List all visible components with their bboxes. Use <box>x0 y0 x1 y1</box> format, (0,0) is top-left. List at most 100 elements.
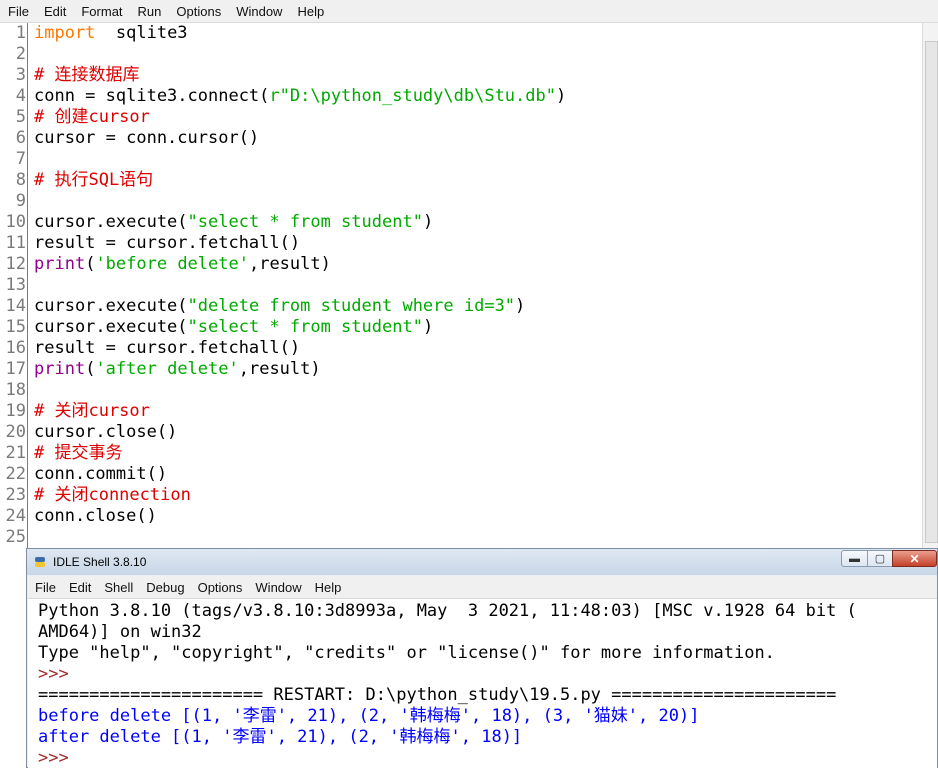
code-line: 22 conn.commit() <box>0 464 938 485</box>
shell-line: AMD64)] on win32 <box>38 622 202 642</box>
line-number: 20 <box>5 422 26 442</box>
code-token: result = cursor.fetchall() <box>34 338 301 358</box>
code-token: # 关闭cursor <box>34 401 150 421</box>
code-text: print('after delete',result) <box>34 359 321 380</box>
code-text: print('before delete',result) <box>34 254 331 275</box>
code-text: # 创建cursor <box>34 107 150 128</box>
editor-vertical-scrollbar[interactable] <box>922 23 938 548</box>
shell-menu-item-edit[interactable]: Edit <box>62 580 97 595</box>
code-lines: 1 import sqlite3 2 3 # 连接数据库 4 conn = sqlite3.… <box>0 23 938 548</box>
code-text: result = cursor.fetchall() <box>34 233 300 254</box>
code-line: 5 # 创建cursor <box>0 107 938 128</box>
code-text: cursor.execute("select * from student") <box>34 212 433 233</box>
line-number: 4 <box>15 86 26 106</box>
code-token: "select * from student" <box>187 317 423 337</box>
code-token: cursor.close() <box>34 422 178 442</box>
code-line: 23 # 关闭connection <box>0 485 938 506</box>
code-line: 8 # 执行SQL语句 <box>0 170 938 191</box>
code-text: import sqlite3 <box>34 23 188 44</box>
line-number: 5 <box>15 107 26 127</box>
code-text: # 提交事务 <box>34 443 122 464</box>
code-token: conn.close() <box>34 506 157 526</box>
shell-output[interactable]: Python 3.8.10 (tags/v3.8.10:3d8993a, May… <box>28 599 937 769</box>
code-line: 25 <box>0 527 938 548</box>
code-token: cursor = conn.cursor() <box>34 128 260 148</box>
code-token: "delete from student where id=3" <box>187 296 516 316</box>
code-token: ) <box>555 86 567 106</box>
line-number: 3 <box>15 65 26 85</box>
line-number: 16 <box>5 338 26 358</box>
code-line: 16 result = cursor.fetchall() <box>0 338 938 359</box>
code-text: # 执行SQL语句 <box>34 170 153 191</box>
code-line: 3 # 连接数据库 <box>0 65 938 86</box>
code-token: # 提交事务 <box>34 443 123 463</box>
code-text: # 关闭connection <box>34 485 191 506</box>
code-text: result = cursor.fetchall() <box>34 338 300 359</box>
shell-menu-item-help[interactable]: Help <box>308 580 348 595</box>
code-line: 21 # 提交事务 <box>0 443 938 464</box>
scrollbar-thumb[interactable] <box>925 41 938 543</box>
maximize-button[interactable]: ▢ <box>867 550 893 567</box>
line-number: 11 <box>5 233 26 253</box>
shell-menu-item-file[interactable]: File <box>28 580 62 595</box>
line-number: 14 <box>5 296 26 316</box>
shell-menu-item-shell[interactable]: Shell <box>97 580 139 595</box>
code-line: 24 conn.close() <box>0 506 938 527</box>
code-line: 12 print('before delete',result) <box>0 254 938 275</box>
line-number: 18 <box>5 380 26 400</box>
code-text: conn.commit() <box>34 464 167 485</box>
code-token: conn = sqlite3.connect( <box>34 86 270 106</box>
menu-item-edit[interactable]: Edit <box>36 4 73 19</box>
menu-item-run[interactable]: Run <box>130 4 169 19</box>
shell-menu-item-debug[interactable]: Debug <box>139 580 190 595</box>
code-text: cursor.close() <box>34 422 177 443</box>
line-number: 6 <box>15 128 26 148</box>
code-token: ) <box>422 212 434 232</box>
line-number: 24 <box>5 506 26 526</box>
shell-menubar: File Edit Shell Debug Options Window Help <box>28 576 937 599</box>
editor-menubar: File Edit Format Run Options Window Help <box>0 0 938 23</box>
idle-shell-window: IDLE Shell 3.8.10 ▬ ▢ ✕ File Edit Shell Deb… <box>26 548 938 769</box>
shell-menu-item-window[interactable]: Window <box>248 580 307 595</box>
minimize-icon: ▬ <box>849 552 860 565</box>
line-number: 17 <box>5 359 26 379</box>
code-token: # 执行SQL语句 <box>34 170 154 190</box>
close-button[interactable]: ✕ <box>892 550 937 567</box>
shell-menu-item-options[interactable]: Options <box>191 580 249 595</box>
line-number: 23 <box>5 485 26 505</box>
shell-titlebar[interactable]: IDLE Shell 3.8.10 ▬ ▢ ✕ <box>27 549 937 575</box>
menu-item-file[interactable]: File <box>0 4 36 19</box>
close-icon: ✕ <box>909 551 920 566</box>
code-token: cursor.execute( <box>34 296 188 316</box>
menu-item-options[interactable]: Options <box>168 4 228 19</box>
menu-item-format[interactable]: Format <box>73 4 129 19</box>
minimize-button[interactable]: ▬ <box>841 550 868 567</box>
menu-item-window[interactable]: Window <box>228 4 289 19</box>
line-number: 15 <box>5 317 26 337</box>
code-token: ( <box>85 359 96 379</box>
menu-item-help[interactable]: Help <box>289 4 331 19</box>
line-number: 13 <box>5 275 26 295</box>
code-token: # 连接数据库 <box>34 65 140 85</box>
code-token: sqlite3 <box>95 23 188 43</box>
code-token: print <box>34 359 86 379</box>
code-line: 6 cursor = conn.cursor() <box>0 128 938 149</box>
line-number: 8 <box>15 170 26 190</box>
shell-line: Type "help", "copyright", "credits" or "… <box>38 643 775 663</box>
code-token: ( <box>85 254 96 274</box>
code-token: ,result) <box>238 359 321 379</box>
code-text: conn.close() <box>34 506 157 527</box>
code-text: cursor.execute("select * from student") <box>34 317 433 338</box>
line-number: 9 <box>15 191 26 211</box>
code-line: 19 # 关闭cursor <box>0 401 938 422</box>
code-editor[interactable]: 1 import sqlite3 2 3 # 连接数据库 4 conn = sqlite3.… <box>0 23 922 548</box>
line-number: 19 <box>5 401 26 421</box>
code-token: import <box>34 23 96 43</box>
line-number: 12 <box>5 254 26 274</box>
line-number: 10 <box>5 212 26 232</box>
code-line: 4 conn = sqlite3.connect(r"D:\python_stud… <box>0 86 938 107</box>
code-line: 7 <box>0 149 938 170</box>
code-token: print <box>34 254 86 274</box>
shell-title: IDLE Shell 3.8.10 <box>53 555 147 569</box>
code-token: 'after delete' <box>95 359 239 379</box>
